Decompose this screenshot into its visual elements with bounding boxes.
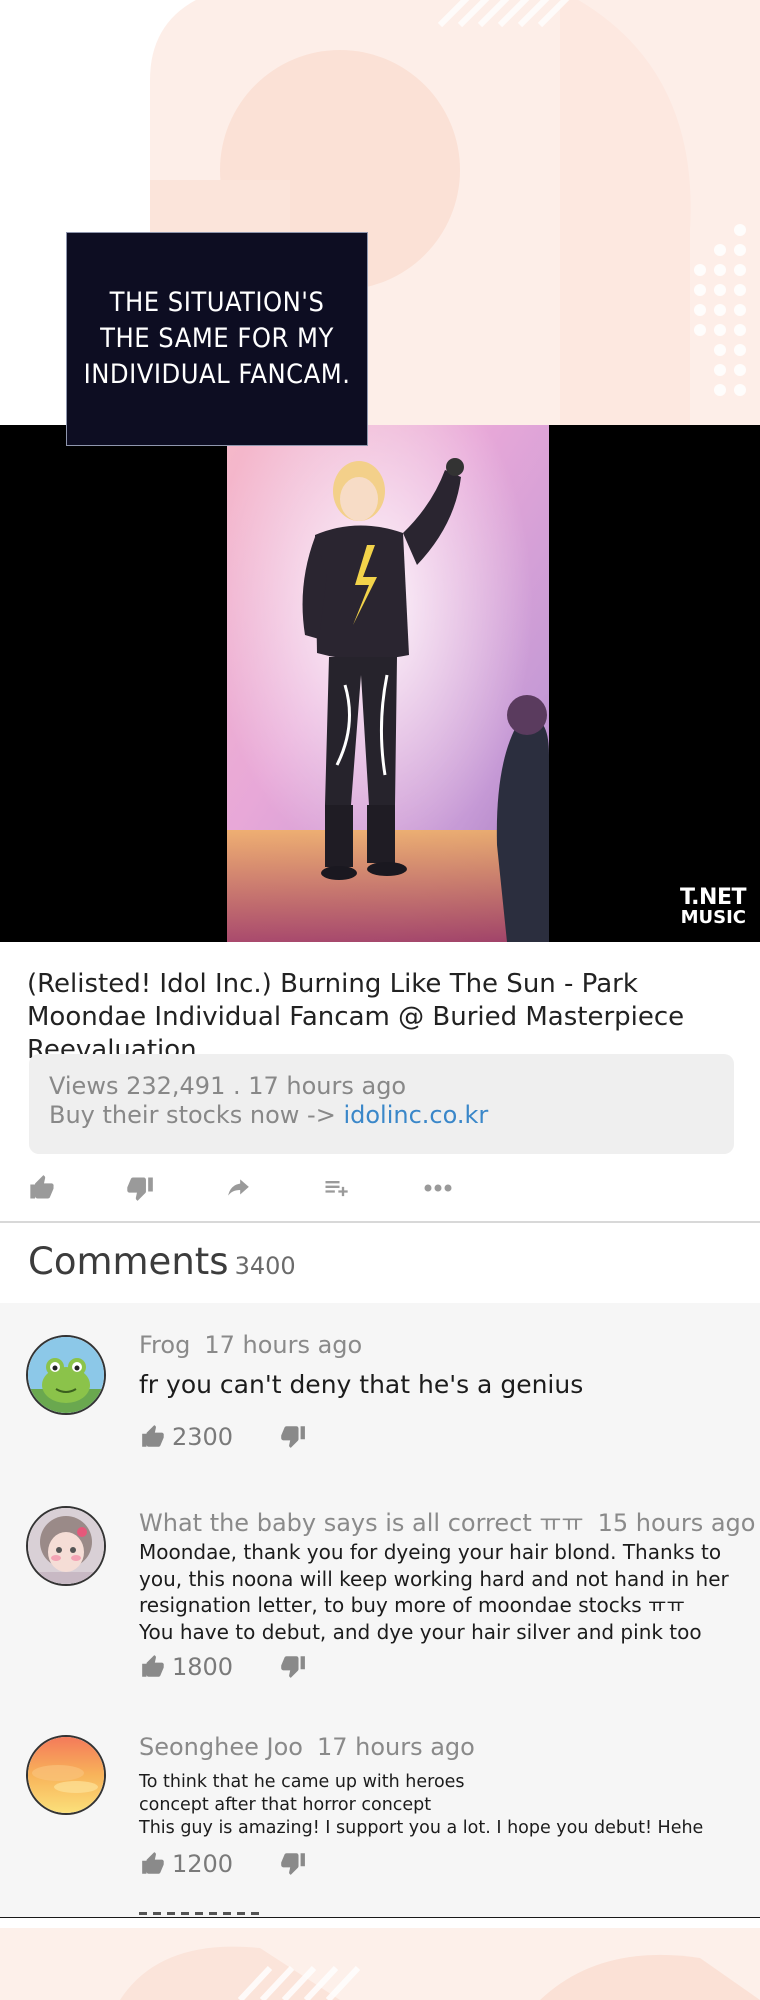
comment-dislike-button[interactable] [280,1653,306,1683]
more-options-button[interactable] [420,1170,456,1206]
avatar-user[interactable] [26,1735,106,1815]
comment-like-button[interactable]: 1800 [140,1653,233,1681]
avatar-frog[interactable] [26,1335,106,1415]
comment-text: Moondae, thank you for dyeing your hair … [139,1540,729,1644]
like-button[interactable] [24,1170,60,1206]
comment-time: 15 hours ago [597,1509,756,1537]
thumbs-down-icon [281,1656,305,1678]
save-to-playlist-button[interactable] [318,1170,354,1206]
comment-text: fr you can't deny that he's a genius [139,1370,584,1399]
comment-username[interactable]: Seonghee Joo [139,1733,303,1761]
more-icon [424,1184,452,1192]
playlist-add-icon [325,1181,348,1197]
comment-time: 17 hours ago [316,1733,475,1761]
channel-watermark: T.NET MUSIC [680,885,746,928]
thumbs-down-icon [281,1853,305,1875]
comment-like-button[interactable]: 2300 [140,1423,233,1451]
comment-dislike-button[interactable] [280,1850,306,1880]
comments-count: 3400 [234,1252,296,1280]
share-button[interactable] [220,1170,256,1206]
comment-time: 17 hours ago [204,1331,363,1359]
promo-text: Buy their stocks now -> [49,1101,344,1129]
promo-link[interactable]: idolinc.co.kr [343,1101,488,1129]
thumbs-up-icon [142,1425,164,1447]
comments-header: Comments 3400 [28,1240,296,1290]
video-frame-illustration [227,425,549,942]
comment-like-count: 1800 [172,1653,234,1681]
narration-caption-text: THE SITUATION'S THE SAME FOR MY INDIVIDU… [83,287,351,390]
thumbs-up-icon [142,1655,164,1677]
thumbs-down-icon [281,1426,305,1448]
comment-text: To think that he came up with heroes con… [139,1772,704,1838]
comment-username[interactable]: Frog [139,1331,190,1359]
video-info-box: Views 232,491 . 17 hours ago Buy their s… [29,1054,734,1154]
narration-caption-box: THE SITUATION'S THE SAME FOR MY INDIVIDU… [66,232,368,446]
video-player[interactable]: T.NET MUSIC [0,425,760,942]
comment-like-button[interactable]: 1200 [140,1850,233,1878]
background-art-bottom [0,1918,760,2000]
watermark-line2: MUSIC [680,907,746,928]
watermark-line1: T.NET [680,885,746,910]
video-action-bar [24,1170,744,1206]
video-title: (Relisted! Idol Inc.) Burning Like The S… [27,969,685,1065]
comment-like-count: 2300 [172,1423,234,1451]
avatar-user[interactable] [26,1506,106,1586]
comments-list: Frog 17 hours ago fr you can't deny that … [0,1303,760,1918]
view-count: Views 232,491 . 17 hours ago [49,1072,407,1100]
comment-dislike-button[interactable] [280,1423,306,1453]
comment-username[interactable]: What the baby says is all correct ㅠㅠ [139,1509,584,1537]
next-comment-peek [139,1911,259,1915]
comments-title: Comments [28,1240,229,1283]
comment-like-count: 1200 [172,1850,234,1878]
thumbs-down-icon [127,1177,153,1201]
promo-line: Buy their stocks now -> idolinc.co.kr [49,1101,714,1130]
comment-meta: Seonghee Joo 17 hours ago [139,1733,475,1761]
share-icon [228,1179,249,1196]
comment-meta: Frog 17 hours ago [139,1331,362,1359]
comment-meta: What the baby says is all correct ㅠㅠ 15 h… [139,1503,755,1538]
section-divider [0,1221,760,1223]
dislike-button[interactable] [122,1170,158,1206]
thumbs-up-icon [142,1852,164,1874]
thumbs-up-icon [30,1175,54,1199]
